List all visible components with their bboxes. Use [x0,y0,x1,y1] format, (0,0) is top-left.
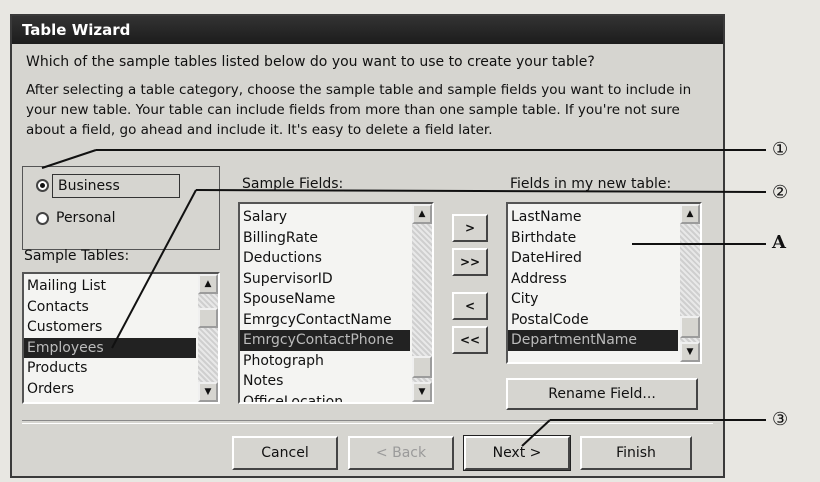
callout-a: A [772,232,786,253]
annotation-lines [41,149,767,447]
callout-2-line [195,189,767,193]
callout-3: ③ [772,409,789,430]
callout-2: ② [772,182,789,203]
callout-1: ① [772,139,789,160]
callout-1-line [41,149,97,169]
callout-3-line [521,419,551,447]
callout-2-line [111,189,197,349]
